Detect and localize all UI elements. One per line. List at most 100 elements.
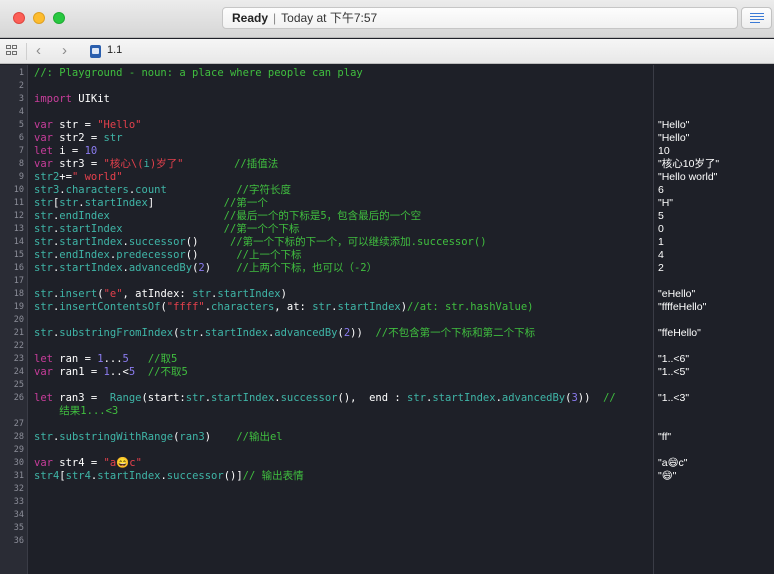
code-line[interactable]: 25 [0,379,650,392]
back-chevron-icon[interactable]: ‹ [36,42,41,60]
code-token: str [34,262,53,274]
line-number: 5 [18,120,24,130]
result-value[interactable]: 6 [658,184,664,197]
code-line[interactable]: 16 str.startIndex.advancedBy(2) //上两个下标，也… [0,262,650,275]
code-line[interactable]: 24 var ran1 = 1..<5 //不取5 [0,366,650,379]
code-token: " world" [71,171,123,183]
code-line[interactable]: 17 [0,275,650,288]
result-value[interactable]: "1..<5" [658,366,689,379]
line-number: 34 [13,510,24,520]
minimize-button[interactable] [33,12,45,24]
code-line[interactable]: 32 [0,483,650,496]
code-line[interactable]: 21 str.substringFromIndex(str.startIndex.… [0,327,650,340]
code-token: str [192,288,212,300]
close-button[interactable] [13,12,25,24]
code-line[interactable]: 6 var str2 = str [0,132,650,145]
code-line[interactable]: 27 [0,418,650,431]
code-line[interactable]: 33 [0,496,650,509]
code-line[interactable]: 11 str[str.startIndex] //第一个 [0,197,650,210]
code-line[interactable]: 30 var str4 = "a😄c" [0,457,650,470]
code-token: str [312,301,332,313]
code-text: str4[str4.startIndex.successor()]// 输出表情 [34,470,304,483]
code-token: ) [204,431,237,443]
code-line[interactable]: 12 str.endIndex //最后一个的下标是5，包含最后的一个空 [0,210,650,223]
forward-chevron-icon[interactable]: › [62,42,67,60]
result-value[interactable]: "Hello" [658,132,689,145]
code-line[interactable]: 4 [0,106,650,119]
code-line[interactable]: 14 str.startIndex.successor() //第一个下标的下一个… [0,236,650,249]
code-line[interactable]: 15 str.endIndex.predecessor() //上一个下标 [0,249,650,262]
result-value[interactable]: 1 [658,236,664,249]
result-value[interactable]: "Hello" [658,119,689,132]
code-line[interactable]: 23 let ran = 1...5 //取5 [0,353,650,366]
result-value[interactable]: "a😄c" [658,457,688,470]
code-token: str = [52,119,98,131]
editor-toggle-button[interactable] [741,7,772,29]
result-value[interactable]: 5 [658,210,664,223]
code-line[interactable]: 29 [0,444,650,457]
code-token: var [34,158,53,170]
code-token: //字符长度 [236,184,291,196]
code-line[interactable]: 31 str4[str4.startIndex.successor()]// 输出… [0,470,650,483]
status-time: Today at 下午7:57 [281,11,378,25]
code-line[interactable]: 结果1...<3 [0,405,650,418]
result-value[interactable]: "1..<6" [658,353,689,366]
code-line[interactable]: 3 import UIKit [0,93,650,106]
code-token: "Hello" [97,119,142,131]
line-number: 21 [13,328,24,338]
grid-icon[interactable] [6,45,19,57]
line-number: 28 [13,432,24,442]
code-token: )岁了" [149,158,184,170]
code-token: ran3 = [52,392,110,404]
code-token: advancedBy [128,262,193,274]
code-token: startIndex [217,288,281,300]
code-line[interactable]: 9 str2+=" world" [0,171,650,184]
code-line[interactable]: 20 [0,314,650,327]
result-value[interactable]: "Hello world" [658,171,717,184]
zoom-button[interactable] [53,12,65,24]
code-token: "ffff" [166,301,205,313]
result-value[interactable]: "eHello" [658,288,695,301]
result-value[interactable]: "ffffeHello" [658,301,706,314]
code-line[interactable]: 13 str.startIndex //第一个个下标 [0,223,650,236]
code-line[interactable]: 2 [0,80,650,93]
code-line[interactable]: 36 [0,535,650,548]
result-value[interactable]: "1..<3" [658,392,689,405]
code-token: startIndex [337,301,401,313]
code-token: successor [128,236,186,248]
result-value[interactable]: "ffeHello" [658,327,701,340]
code-line[interactable]: 19 str.insertContentsOf("ffff".characters… [0,301,650,314]
code-token: str4 [34,470,60,482]
code-text: let ran3 = Range(start:str.startIndex.su… [34,392,616,405]
code-token: str [407,392,427,404]
code-line[interactable]: 10 str3.characters.count //字符长度 [0,184,650,197]
code-line[interactable]: 1 //: Playground - noun: a place where pe… [0,67,650,80]
code-token: //取5 [147,353,178,365]
code-text: str.startIndex //第一个个下标 [34,223,299,236]
result-value[interactable]: "H" [658,197,673,210]
code-line[interactable]: 5 var str = "Hello" [0,119,650,132]
result-value[interactable]: "核心10岁了" [658,158,719,171]
code-line[interactable]: 28 str.substringWithRange(ran3) //输出el [0,431,650,444]
result-value[interactable]: 0 [658,223,664,236]
line-number: 10 [13,185,24,195]
result-value[interactable]: "😄" [658,470,676,483]
file-name[interactable]: 1.1 [107,44,122,56]
code-line[interactable]: 26 let ran3 = Range(start:str.startIndex.… [0,392,650,405]
code-token: str [34,197,53,209]
result-value[interactable]: 4 [658,249,664,262]
result-value[interactable]: 2 [658,262,664,275]
code-line[interactable]: 7 let i = 10 [0,145,650,158]
code-line[interactable]: 34 [0,509,650,522]
result-value[interactable]: 10 [658,145,670,158]
code-token: ran3 [179,431,205,443]
code-line[interactable]: 22 [0,340,650,353]
code-line[interactable]: 35 [0,522,650,535]
result-value[interactable]: "ff" [658,431,671,444]
code-line[interactable]: 18 str.insert("e", atIndex: str.startInde… [0,288,650,301]
code-line[interactable]: 8 var str3 = "核心\(i)岁了" //插值法 [0,158,650,171]
code-text: str.insertContentsOf("ffff".characters, … [34,301,533,314]
